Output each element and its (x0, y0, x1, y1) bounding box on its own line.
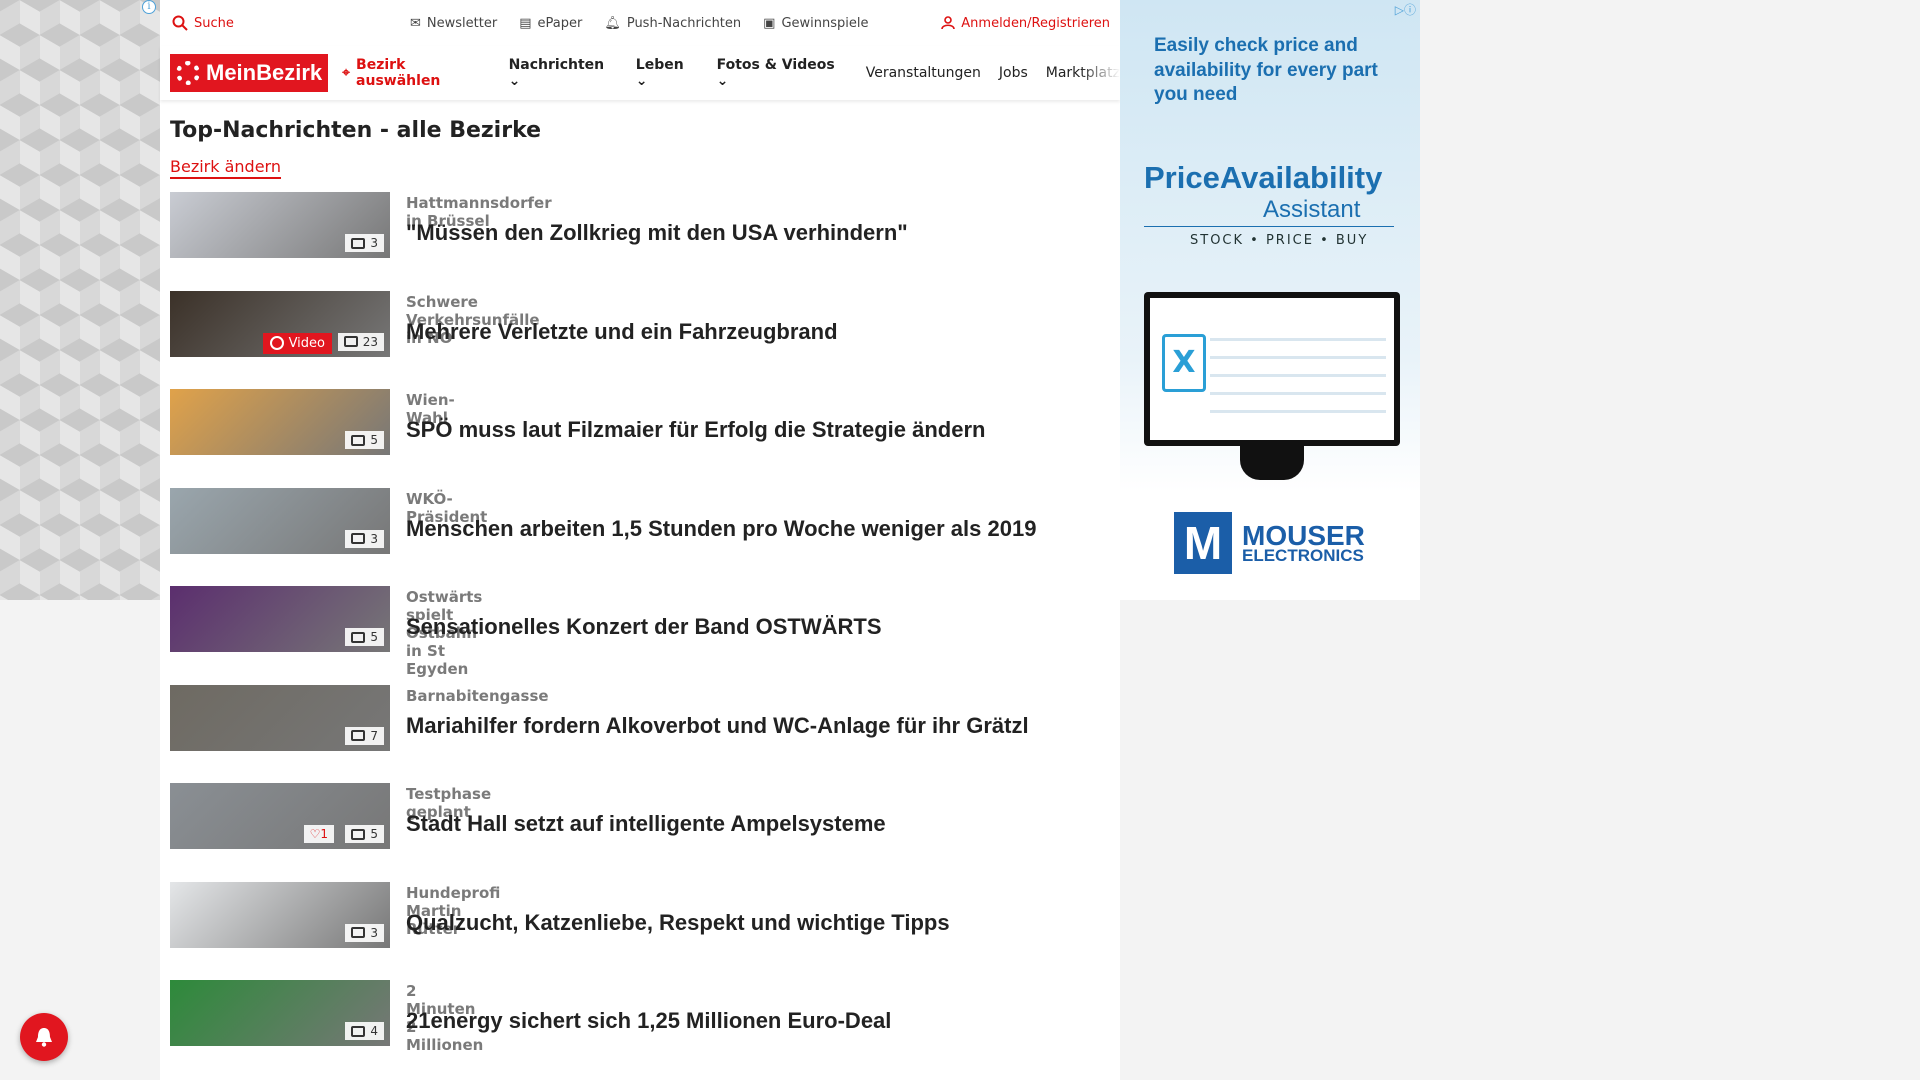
advertisement[interactable]: ▷ⓘ Easily check price and availability f… (1120, 0, 1420, 600)
page-title: Top-Nachrichten - alle Bezirke (170, 118, 542, 143)
article-thumbnail[interactable]: 3 (170, 192, 390, 258)
bezirk-select[interactable]: ⌖ Bezirk auswählen (342, 57, 490, 89)
epaper-link[interactable]: ▤ ePaper (519, 16, 582, 31)
chevron-down-icon: ⌄ (716, 73, 729, 89)
article-thumbnail[interactable]: ♡1 5 (170, 783, 390, 849)
logo-sun-icon (176, 61, 200, 85)
notification-bell-button[interactable] (20, 1013, 68, 1061)
nav-fade (1080, 46, 1120, 100)
logo[interactable]: MeinBezirk (170, 54, 329, 92)
image-icon (351, 730, 366, 741)
heart-icon: ♡ (309, 827, 321, 841)
video-badge: Video (262, 332, 332, 354)
image-count-badge: 3 (345, 234, 384, 252)
article-thumbnail[interactable]: Video 23 (170, 290, 390, 357)
ad-brand-sub: Assistant (1263, 196, 1361, 223)
image-count-badge: 3 (345, 529, 384, 548)
chevron-down-icon: ⌄ (635, 73, 648, 89)
excel-icon: X (1162, 334, 1206, 392)
image-count-badge: 7 (345, 726, 384, 745)
ad-brand: PriceAvailability (1144, 160, 1383, 195)
article-title[interactable]: Mehrere Verletzte und ein Fahrzeugbrand (406, 319, 838, 345)
image-icon (351, 631, 366, 643)
article-title[interactable]: Mariahilfer fordern Alkoverbot und WC-An… (406, 713, 1029, 739)
ad-divider (1144, 226, 1394, 227)
nav-leben[interactable]: Leben ⌄ (636, 57, 699, 89)
adchoices-icon[interactable]: ▷ⓘ (1395, 1, 1416, 18)
change-bezirk-link[interactable]: Bezirk ändern (170, 157, 281, 179)
article-title[interactable]: Sensationelles Konzert der Band OSTWÄRTS (406, 614, 882, 640)
ad-tagline: STOCK • PRICE • BUY (1190, 233, 1369, 248)
top-bar: Suche ✉ Newsletter ▤ ePaper 🔔︎ Push-Nachric… (160, 0, 1120, 46)
article-thumbnail[interactable]: 3 (170, 487, 390, 554)
article-thumbnail[interactable]: 5 (170, 389, 390, 455)
location-pin-icon: ⌖ (342, 65, 351, 81)
push-link[interactable]: 🔔︎ Push-Nachrichten (604, 16, 741, 31)
newsletter-link[interactable]: ✉ Newsletter (410, 16, 497, 31)
search-link[interactable]: Suche (172, 15, 234, 31)
article-thumbnail[interactable]: 5 (170, 586, 390, 652)
play-icon (269, 336, 284, 350)
nav-nachrichten[interactable]: Nachrichten ⌄ (509, 57, 618, 89)
image-count-badge: 5 (345, 628, 384, 646)
page-background-pattern (0, 0, 160, 600)
image-icon (351, 237, 366, 249)
image-count-badge: 4 (345, 1022, 384, 1040)
article-title[interactable]: Menschen arbeiten 1,5 Stunden pro Woche … (406, 516, 1036, 542)
user-icon (941, 16, 956, 30)
image-count-badge: 3 (345, 923, 384, 942)
image-count-badge: 23 (337, 332, 384, 351)
bell-icon: 🔔︎ (604, 15, 621, 31)
gift-icon: ▣ (763, 15, 776, 31)
chevron-down-icon: ⌄ (508, 73, 521, 89)
article-title[interactable]: Stadt Hall setzt auf intelligente Ampels… (406, 811, 886, 837)
login-link[interactable]: Anmelden/Registrieren (941, 16, 1110, 31)
gewinnspiele-link[interactable]: ▣ Gewinnspiele (763, 16, 868, 31)
image-icon (351, 434, 366, 446)
nav-veranstaltungen[interactable]: Veranstaltungen (866, 65, 981, 81)
nav-jobs[interactable]: Jobs (999, 65, 1028, 81)
article-title[interactable]: 21energy sichert sich 1,25 Millionen Eur… (406, 1008, 891, 1034)
article-thumbnail[interactable]: 4 (170, 980, 390, 1046)
mouser-logo: M MOUSER ELECTRONICS (1174, 512, 1365, 574)
article-thumbnail[interactable]: 7 (170, 684, 390, 751)
bell-icon (36, 1028, 52, 1047)
ad-monitor-image: X (1144, 292, 1400, 446)
image-count-badge: 5 (345, 431, 384, 449)
image-icon (343, 336, 358, 347)
main-page: Suche ✉ Newsletter ▤ ePaper 🔔︎ Push-Nachric… (160, 0, 1120, 1080)
image-count-badge: 5 (345, 825, 384, 843)
article-title[interactable]: Qualzucht, Katzenliebe, Respekt und wich… (406, 910, 950, 936)
article-kicker: Barnabitengasse (406, 686, 549, 705)
image-icon (351, 927, 366, 938)
article-title[interactable]: SPÖ muss laut Filzmaier für Erfolg die S… (406, 417, 985, 443)
image-icon (351, 828, 366, 840)
mail-icon: ✉ (410, 15, 421, 31)
ad-headline: Easily check price and availability for … (1154, 35, 1378, 106)
nav-fotos-videos[interactable]: Fotos & Videos ⌄ (717, 57, 848, 89)
search-icon (172, 15, 188, 31)
image-icon (351, 1025, 366, 1037)
main-nav: MeinBezirk ⌖ Bezirk auswählen Nachrichte… (160, 46, 1120, 100)
likes-badge: ♡1 (303, 825, 334, 843)
newspaper-icon: ▤ (519, 15, 532, 31)
image-icon (351, 533, 366, 544)
ad-info-icon[interactable]: i (142, 0, 156, 14)
article-title[interactable]: "Müssen den Zollkrieg mit den USA verhin… (406, 220, 908, 246)
mouser-m-icon: M (1174, 512, 1232, 574)
ad-monitor-stand (1240, 446, 1304, 480)
article-thumbnail[interactable]: 3 (170, 881, 390, 948)
